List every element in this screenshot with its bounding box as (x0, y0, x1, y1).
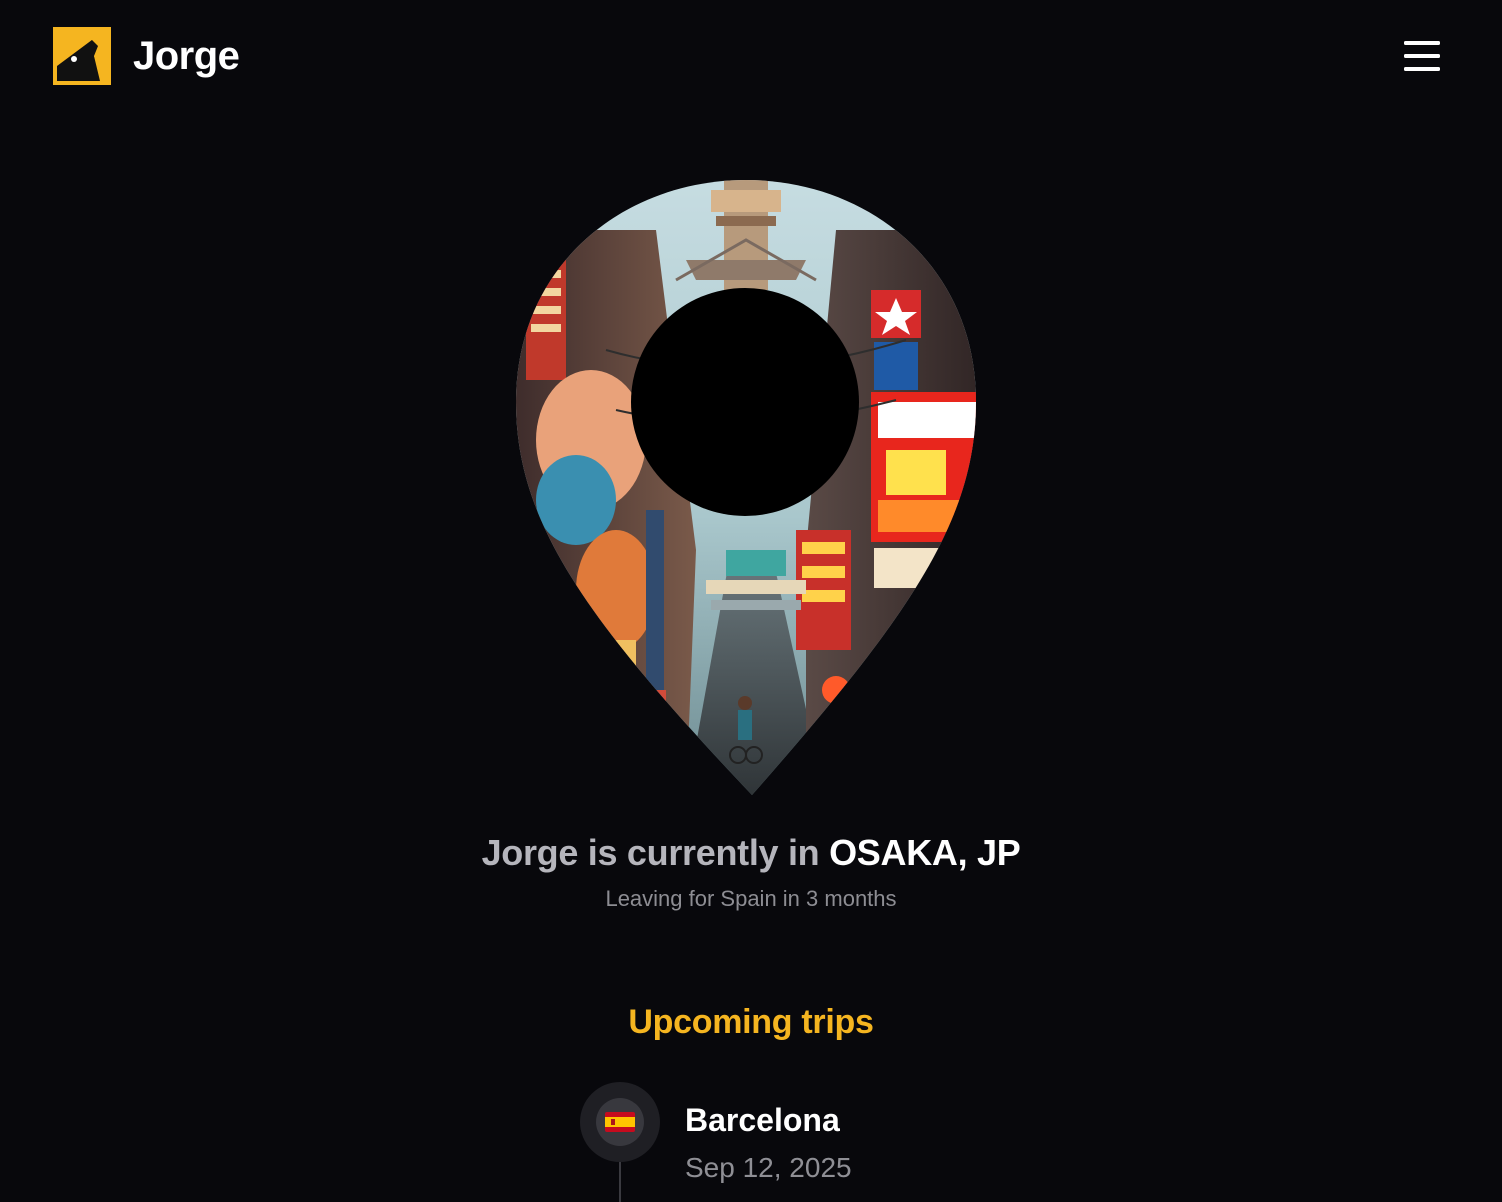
trip-city: Barcelona (685, 1102, 840, 1138)
trip-badge-inner (596, 1098, 644, 1146)
status-subtitle: Leaving for Spain in 3 months (605, 886, 897, 911)
trip-date: Sep 12, 2025 (685, 1152, 852, 1183)
trip-item[interactable]: Barcelona Sep 12, 2025 (580, 1082, 1000, 1192)
trip-badge (580, 1082, 660, 1162)
brand-name: Jorge (133, 34, 240, 78)
location-pin-photo (516, 180, 976, 795)
current-location-status: Jorge is currently in OSAKA, JP Leaving … (0, 828, 1502, 914)
hamburger-menu-icon (1404, 41, 1440, 71)
status-line: Jorge is currently in OSAKA, JP (0, 828, 1502, 878)
home-link[interactable]: Jorge (52, 26, 240, 86)
spain-flag-icon (605, 1112, 635, 1132)
hamburger-menu-button[interactable] (1398, 36, 1446, 76)
hero-section (0, 170, 1502, 810)
upcoming-trips-heading: Upcoming trips (628, 1003, 874, 1041)
bird-logo-icon (53, 27, 111, 85)
site-header: Jorge (0, 0, 1502, 112)
status-prefix: Jorge is currently in (481, 832, 830, 873)
current-location: OSAKA, JP (829, 832, 1021, 873)
